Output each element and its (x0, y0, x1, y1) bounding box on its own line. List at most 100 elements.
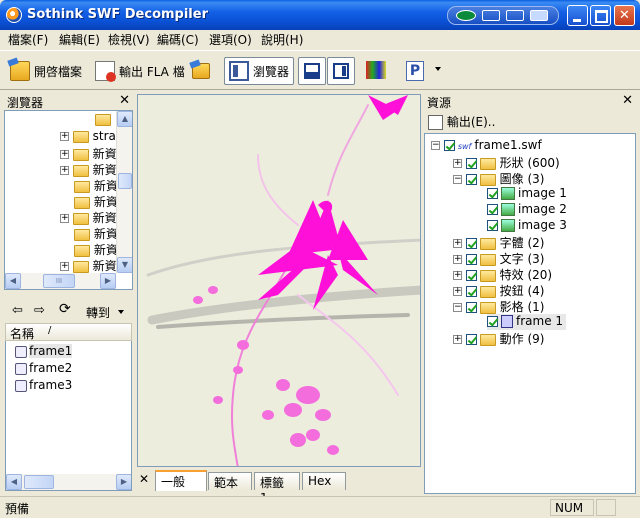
tabs-close-icon[interactable]: ✕ (139, 472, 149, 486)
view-layout-button[interactable] (298, 57, 326, 85)
tree-item[interactable]: + 字體 (2) (453, 234, 544, 250)
browser-toggle-button[interactable]: 瀏覽器 (224, 57, 295, 85)
expand-icon[interactable]: + (453, 287, 462, 296)
expand-icon[interactable]: + (453, 159, 462, 168)
checkbox[interactable] (465, 302, 477, 313)
scroll-right-icon[interactable]: ▶ (100, 273, 116, 289)
browser-tree[interactable]: + stra + 新資 + 新資 新資 新資 + 新資 新資 新資 + 新資 ▲… (4, 110, 133, 290)
tree-item[interactable] (95, 112, 111, 128)
tree-item[interactable]: + 新資 (60, 161, 117, 177)
tree-item[interactable]: + 特效 (20) (453, 266, 552, 282)
checkbox[interactable] (465, 174, 477, 185)
tree-item[interactable]: image 1 (487, 186, 567, 202)
refresh-icon[interactable]: ⟳ (59, 301, 71, 317)
list-item[interactable]: frame1 (15, 344, 73, 358)
expand-icon[interactable]: + (60, 262, 69, 271)
publish-icon[interactable]: P (406, 61, 424, 81)
name-column-header[interactable]: 名稱 (10, 325, 34, 342)
tree-item[interactable]: + 新資 (60, 257, 117, 273)
collapse-icon[interactable]: − (431, 141, 440, 150)
tab-label[interactable]: 標籤 1 (254, 472, 300, 505)
frame-list-horizontal-scrollbar[interactable]: ◀ ▶ (6, 474, 131, 490)
checkbox[interactable] (465, 254, 477, 265)
checkbox[interactable] (465, 334, 477, 345)
tab-hex[interactable]: Hex (302, 472, 346, 490)
scroll-thumb[interactable] (24, 475, 54, 489)
collapse-icon[interactable]: − (453, 175, 462, 184)
minimize-button[interactable] (567, 5, 588, 26)
checkbox[interactable] (487, 188, 498, 199)
tree-item[interactable]: + 新資 (60, 145, 117, 161)
chevron-down-icon[interactable] (435, 67, 441, 71)
checkbox[interactable] (487, 316, 498, 327)
open-file-button[interactable]: 開啓檔案 (10, 57, 82, 85)
menu-code[interactable]: 編碼(C) (157, 31, 199, 48)
nvidia-icon[interactable] (456, 10, 476, 21)
tree-item[interactable]: + 新資 (60, 209, 117, 225)
menu-file[interactable]: 檔案(F) (8, 31, 48, 48)
tree-item[interactable]: 新資 (74, 193, 118, 209)
tree-item[interactable]: + 文字 (3) (453, 250, 544, 266)
tree-item[interactable]: 新資 (74, 241, 118, 257)
tree-item[interactable]: + stra (60, 129, 116, 145)
checkbox[interactable] (487, 204, 498, 215)
expand-icon[interactable]: + (453, 255, 462, 264)
expand-icon[interactable]: + (453, 271, 462, 280)
scroll-up-icon[interactable]: ▲ (117, 111, 132, 127)
goto-button[interactable]: 轉到 (86, 304, 110, 321)
browser-horizontal-scrollbar[interactable]: ◀ III ▶ (5, 273, 116, 289)
tab-general[interactable]: 一般 (155, 470, 207, 491)
resources-panel-close-icon[interactable]: ✕ (622, 93, 633, 108)
tree-item[interactable]: frame 1 (487, 314, 567, 330)
menu-options[interactable]: 選項(O) (209, 31, 252, 48)
expand-icon[interactable]: + (60, 132, 69, 141)
expand-icon[interactable]: + (60, 214, 69, 223)
scroll-down-icon[interactable]: ▼ (117, 257, 132, 273)
scroll-thumb[interactable]: III (43, 274, 75, 288)
tree-item[interactable]: 新資 (74, 177, 118, 193)
tree-item[interactable]: + 形狀 (600) (453, 154, 560, 170)
list-item[interactable]: frame2 (15, 361, 72, 375)
scroll-right-icon[interactable]: ▶ (116, 474, 131, 490)
tree-item[interactable]: image 2 (487, 202, 567, 218)
checkbox[interactable] (465, 270, 477, 281)
frame-list[interactable]: frame1 frame2 frame3 ◀ ▶ (5, 341, 132, 491)
tab-template[interactable]: 範本 (208, 472, 252, 490)
script-icon-button[interactable] (192, 57, 214, 85)
app-icon[interactable] (6, 7, 22, 23)
checkbox[interactable] (487, 220, 498, 231)
arrow-window-icon[interactable] (506, 10, 524, 21)
browser-panel-close-icon[interactable]: ✕ (119, 93, 130, 108)
fullscreen-icon[interactable] (530, 10, 548, 21)
resources-export-button[interactable]: 輸出(E).. (428, 113, 495, 130)
tree-item[interactable]: − 影格 (1) (453, 298, 544, 314)
tree-item[interactable]: − 圖像 (3) (453, 170, 544, 186)
tree-item[interactable]: + 動作 (9) (453, 330, 544, 346)
export-fla-button[interactable]: 輸出 FLA 檔 (95, 57, 185, 85)
resources-tree[interactable]: − swf frame1.swf + 形狀 (600) − 圖像 (3) imag… (424, 133, 636, 494)
collapse-icon[interactable]: − (453, 303, 462, 312)
menu-view[interactable]: 檢視(V) (108, 31, 150, 48)
tree-item[interactable]: 新資 (74, 225, 118, 241)
menu-edit[interactable]: 編輯(E) (59, 31, 100, 48)
list-item[interactable]: frame3 (15, 378, 72, 392)
expand-icon[interactable]: + (60, 166, 69, 175)
expand-icon[interactable]: + (453, 239, 462, 248)
browser-vertical-scrollbar[interactable]: ▲ ▼ (116, 111, 132, 273)
forward-arrow-icon[interactable]: ⇨ (34, 303, 45, 318)
goto-chevron-down-icon[interactable] (118, 310, 124, 314)
checkbox[interactable] (465, 158, 477, 169)
tree-item[interactable]: + 按鈕 (4) (453, 282, 544, 298)
title-toolbar-widget[interactable] (447, 6, 559, 25)
scroll-left-icon[interactable]: ◀ (6, 474, 22, 490)
scroll-thumb[interactable] (118, 173, 132, 189)
checkbox[interactable] (465, 238, 477, 249)
scroll-left-icon[interactable]: ◀ (5, 273, 21, 289)
window-icon[interactable] (482, 10, 500, 21)
preview-canvas[interactable] (137, 94, 421, 467)
back-arrow-icon[interactable]: ⇦ (12, 303, 23, 318)
panel-toggle-button[interactable] (327, 57, 355, 85)
maximize-button[interactable] (590, 5, 611, 26)
expand-icon[interactable]: + (453, 335, 462, 344)
menu-help[interactable]: 說明(H) (261, 31, 303, 48)
